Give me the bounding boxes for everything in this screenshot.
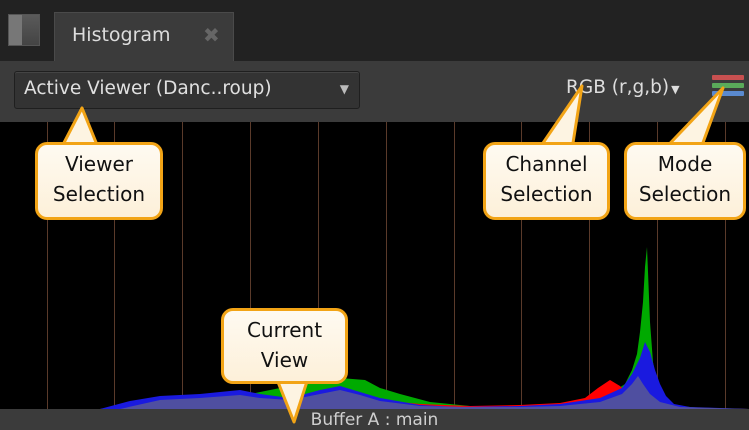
panel-menu-icon[interactable]: [8, 14, 40, 46]
channel-selection-callout: Channel Selection: [483, 142, 610, 220]
panel-tab-bar: Histogram ✖: [0, 0, 749, 62]
viewer-selection-callout: Viewer Selection: [35, 142, 163, 220]
tab-histogram[interactable]: Histogram ✖: [54, 12, 234, 62]
mode-callout-line-1: Mode: [657, 152, 713, 176]
viewer-select-value: Active Viewer (Danc..roup): [24, 78, 272, 99]
status-bar: Buffer A : main: [0, 409, 749, 430]
mode-callout-line-2: Selection: [638, 182, 732, 206]
channel-callout-line-2: Selection: [500, 182, 593, 206]
dropdown-arrow-icon: ▼: [339, 82, 349, 96]
current-view-callout: Current View: [221, 308, 348, 384]
view-callout-line-1: Current: [246, 318, 323, 342]
close-tab-icon[interactable]: ✖: [203, 23, 220, 47]
mode-selection-callout: Mode Selection: [624, 142, 746, 220]
channel-callout-line-1: Channel: [505, 152, 588, 176]
viewer-callout-line-1: Viewer: [65, 152, 133, 176]
tab-histogram-label: Histogram: [72, 24, 171, 46]
viewer-callout-line-2: Selection: [52, 182, 146, 206]
view-callout-line-2: View: [260, 348, 309, 372]
buffer-label: Buffer A : main: [310, 410, 439, 430]
